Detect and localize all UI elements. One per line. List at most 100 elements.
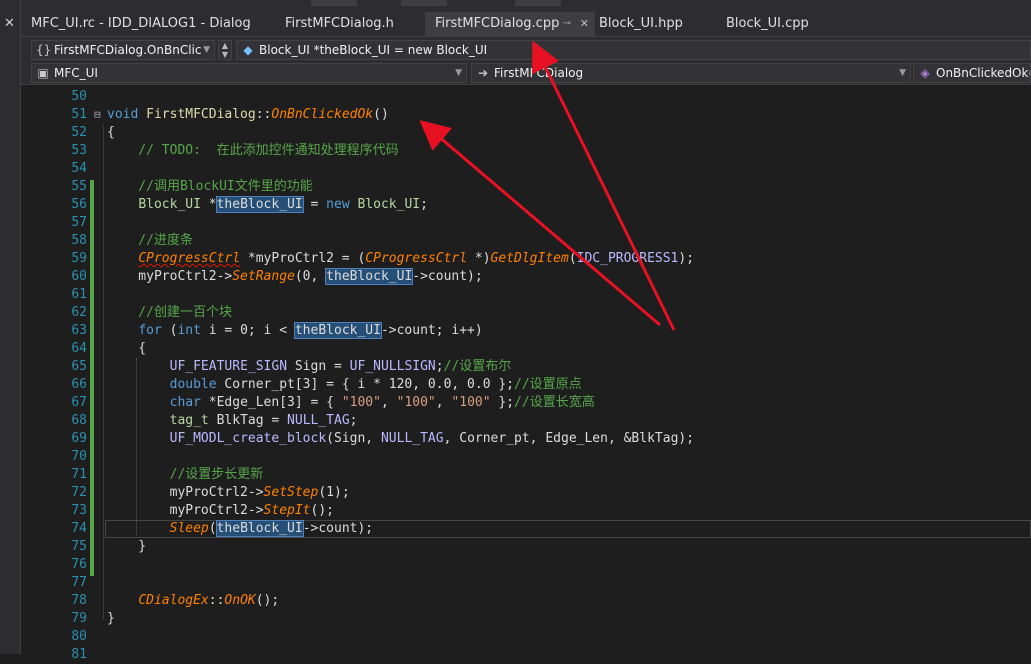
code-text: CDialogEx::OnOK();: [138, 593, 280, 608]
code-line: 63 for (int i = 0; i < theBlock_UI->coun…: [21, 322, 1031, 340]
line-number: 54: [71, 161, 87, 176]
line-number: 55: [71, 179, 87, 194]
code-text: {: [107, 125, 115, 140]
code-text: double Corner_pt[3] = { i * 120, 0.0, 0.…: [169, 377, 582, 392]
tab-label: MFC_UI.rc - IDD_DIALOG1 - Dialog: [31, 16, 251, 31]
line-number: 68: [71, 413, 87, 428]
line-number: 65: [71, 359, 87, 374]
code-line: 55 //调用BlockUI文件里的功能: [21, 178, 1031, 196]
tab-block-ui-cpp[interactable]: Block_UI.cpp: [716, 12, 846, 36]
class-combo[interactable]: ➔ FirstMFCDialog ▼: [471, 63, 911, 83]
code-line: 74 Sleep(theBlock_UI->count);: [21, 520, 1031, 538]
code-line: 69 UF_MODL_create_block(Sign, NULL_TAG, …: [21, 430, 1031, 448]
line-number: 58: [71, 233, 87, 248]
method-combo-value: OnBnClickedOk(): [936, 66, 1031, 80]
tab-block-ui-hpp[interactable]: Block_UI.hpp: [589, 12, 714, 36]
code-text: //设置步长更新: [107, 467, 264, 482]
code-line: 78 CDialogEx::OnOK();: [21, 592, 1031, 610]
line-number: 73: [71, 503, 87, 518]
tab-label: FirstMFCDialog.cpp: [435, 16, 560, 31]
code-editor[interactable]: 50 51 ⊟ void FirstMFCDialog::OnBnClickedOk…: [21, 85, 1031, 662]
line-number: 62: [71, 305, 87, 320]
code-line: 56 Block_UI *theBlock_UI = new Block_UI;: [21, 196, 1031, 214]
line-number: 51: [71, 107, 87, 122]
tab-label: Block_UI.hpp: [599, 16, 683, 31]
code-line: 66 double Corner_pt[3] = { i * 120, 0.0,…: [21, 376, 1031, 394]
code-line: 61: [21, 286, 1031, 304]
tab-firstmfcdialog-h[interactable]: FirstMFCDialog.h: [275, 12, 425, 36]
line-number: 78: [71, 593, 87, 608]
code-text: Block_UI *theBlock_UI = new Block_UI;: [138, 196, 428, 213]
field-icon: ◆: [243, 43, 253, 57]
line-number: 80: [71, 629, 87, 644]
class-combo-value: FirstMFCDialog: [494, 66, 584, 80]
code-line: 64 {: [21, 340, 1031, 358]
line-number: 69: [71, 431, 87, 446]
project-combo[interactable]: ▣ MFC_UI ▼: [31, 63, 467, 83]
code-line: 57: [21, 214, 1031, 232]
tab-label: FirstMFCDialog.h: [285, 16, 394, 31]
code-line: 81: [21, 646, 1031, 664]
line-number: 66: [71, 377, 87, 392]
code-text: }: [107, 611, 115, 626]
method-combo[interactable]: ◈ OnBnClickedOk(): [913, 63, 1031, 83]
code-text: myProCtrl2->StepIt();: [107, 503, 334, 518]
tab-firstmfcdialog-cpp[interactable]: FirstMFCDialog.cpp ⊸ ✕: [425, 12, 595, 36]
chevron-down-icon: ▼: [455, 68, 462, 78]
toolbar-segment: [311, 0, 357, 6]
tab-mfc-ui-rc[interactable]: MFC_UI.rc - IDD_DIALOG1 - Dialog: [21, 12, 269, 36]
member-combo-value: FirstMFCDialog.OnBnClic: [54, 43, 202, 57]
code-line: 79}: [21, 610, 1031, 628]
code-text: char *Edge_Len[3] = { "100", "100", "100…: [169, 395, 595, 410]
code-text: //进度条: [107, 233, 193, 248]
code-text: tag_t BlkTag = NULL_TAG;: [169, 413, 358, 428]
line-number: 59: [71, 251, 87, 266]
code-text: UF_FEATURE_SIGN Sign = UF_NULLSIGN;//设置布…: [169, 359, 512, 374]
line-number: 61: [71, 287, 87, 302]
method-icon: ◈: [920, 66, 930, 80]
line-number: 72: [71, 485, 87, 500]
tab-label: Block_UI.cpp: [726, 16, 809, 31]
scope-combo[interactable]: ◆ Block_UI *theBlock_UI = new Block_UI: [236, 40, 1031, 60]
code-text: void FirstMFCDialog::OnBnClickedOk(): [107, 107, 389, 122]
code-line: 65 UF_FEATURE_SIGN Sign = UF_NULLSIGN;//…: [21, 358, 1031, 376]
code-line: 80: [21, 628, 1031, 646]
collapse-toggle-icon[interactable]: ⊟: [94, 106, 104, 124]
code-text: CProgressCtrl *myProCtrl2 = (CProgressCt…: [138, 251, 695, 266]
code-text: UF_MODL_create_block(Sign, NULL_TAG, Cor…: [169, 431, 695, 446]
code-text: //创建一百个块: [107, 305, 232, 320]
scope-spinner[interactable]: ▲ ▼: [218, 40, 232, 60]
code-text: myProCtrl2->SetStep(1);: [107, 485, 350, 500]
project-icon: ▣: [37, 66, 49, 80]
code-line: 70: [21, 448, 1031, 466]
line-number: 64: [71, 341, 87, 356]
code-text: }: [107, 539, 147, 554]
code-line: 59 CProgressCtrl *myProCtrl2 = (CProgres…: [21, 250, 1031, 268]
toolbar-segment: [401, 0, 447, 6]
code-text: //调用BlockUI文件里的功能: [107, 179, 313, 194]
code-line: 77: [21, 574, 1031, 592]
code-line: 50: [21, 88, 1031, 106]
toolbar-segment: [515, 0, 561, 6]
line-number: 76: [71, 557, 87, 572]
arrow-icon: ➔: [477, 66, 489, 80]
line-number: 56: [71, 197, 87, 212]
line-number: 67: [71, 395, 87, 410]
member-combo[interactable]: {} FirstMFCDialog.OnBnClic ▼: [31, 40, 215, 60]
project-combo-value: MFC_UI: [54, 66, 98, 80]
line-number: 79: [71, 611, 87, 626]
code-line: 67 char *Edge_Len[3] = { "100", "100", "…: [21, 394, 1031, 412]
close-tab-icon[interactable]: ✕: [580, 12, 589, 36]
line-number: 75: [71, 539, 87, 554]
close-icon[interactable]: ✕: [4, 16, 15, 31]
code-line: 60 myProCtrl2->SetRange(0, theBlock_UI->…: [21, 268, 1031, 286]
code-text: myProCtrl2->SetRange(0, theBlock_UI->cou…: [107, 268, 483, 285]
navigation-bar: {} FirstMFCDialog.OnBnClic ▼ ▲ ▼ ◆ Block_UI…: [21, 36, 1031, 63]
pin-icon[interactable]: ⊸: [563, 12, 571, 36]
line-number: 70: [71, 449, 87, 464]
code-text: Sleep(theBlock_UI->count);: [169, 520, 374, 537]
code-line: 52 {: [21, 124, 1031, 142]
code-line: 71 //设置步长更新: [21, 466, 1031, 484]
chevron-down-icon: ▼: [203, 45, 210, 55]
code-text: {: [107, 341, 147, 356]
